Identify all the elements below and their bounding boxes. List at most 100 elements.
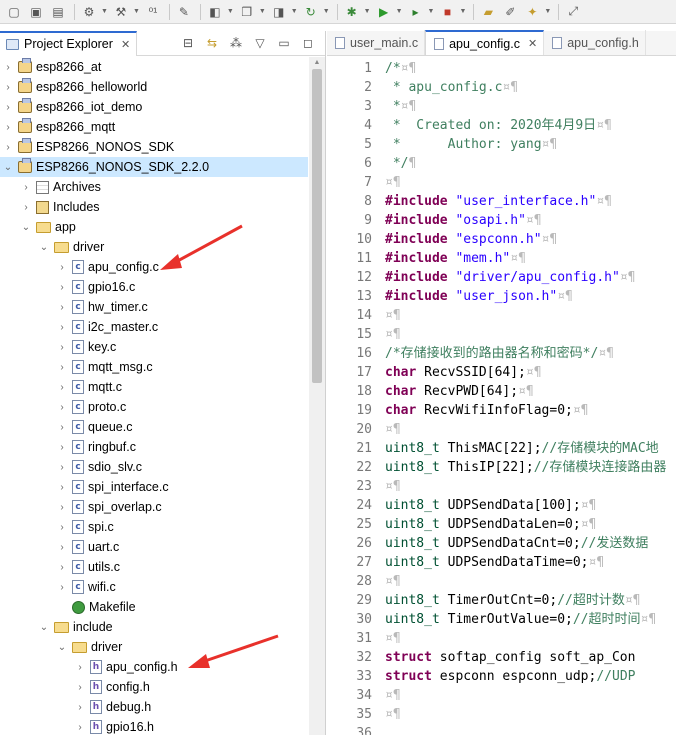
chevron-right-icon[interactable]: › (2, 62, 14, 73)
chevron-down-icon[interactable]: ▼ (133, 8, 140, 15)
edit-icon[interactable]: ✐ (500, 3, 520, 21)
tree-item[interactable]: › c gpio16.c (0, 277, 308, 297)
tree-item[interactable]: › c wifi.c (0, 577, 308, 597)
chevron-down-icon[interactable]: ⌄ (56, 642, 68, 653)
chevron-right-icon[interactable]: › (56, 402, 68, 413)
chevron-right-icon[interactable]: › (56, 282, 68, 293)
tree-item[interactable]: › c mqtt_msg.c (0, 357, 308, 377)
minimize-icon[interactable]: ▭ (275, 35, 293, 51)
chevron-right-icon[interactable]: › (2, 82, 14, 93)
refresh-icon[interactable]: ↻ (301, 3, 321, 21)
chevron-right-icon[interactable]: › (56, 582, 68, 593)
chevron-down-icon[interactable]: ▼ (428, 8, 435, 15)
chevron-down-icon[interactable]: ▼ (227, 8, 234, 15)
link-with-editor-icon[interactable]: ⇆ (203, 35, 221, 51)
tree-item[interactable]: › h apu_config.h (0, 657, 308, 677)
tree-item[interactable]: › Includes (0, 197, 308, 217)
chevron-right-icon[interactable]: › (74, 682, 86, 693)
tree-item[interactable]: › h config.h (0, 677, 308, 697)
tree-item[interactable]: › ESP8266_NONOS_SDK (0, 137, 308, 157)
chevron-right-icon[interactable]: › (56, 262, 68, 273)
tree-item[interactable]: › c utils.c (0, 557, 308, 577)
chevron-right-icon[interactable]: › (56, 482, 68, 493)
tree-item[interactable]: › c spi_interface.c (0, 477, 308, 497)
chevron-down-icon[interactable]: ⌄ (38, 242, 50, 253)
chevron-right-icon[interactable]: › (56, 542, 68, 553)
tree-item[interactable]: ⌄ include (0, 617, 308, 637)
chevron-right-icon[interactable]: › (56, 462, 68, 473)
tree-item[interactable]: › c proto.c (0, 397, 308, 417)
tree-item[interactable]: › c uart.c (0, 537, 308, 557)
tree-item[interactable]: › c queue.c (0, 417, 308, 437)
chevron-right-icon[interactable]: › (74, 702, 86, 713)
tree-item[interactable]: › c spi.c (0, 517, 308, 537)
tab-project-explorer[interactable]: Project Explorer ✕ (0, 30, 138, 56)
tree-item[interactable]: › c mqtt.c (0, 377, 308, 397)
chevron-down-icon[interactable]: ▼ (259, 8, 266, 15)
tree-item[interactable]: ⌄ ESP8266_NONOS_SDK_2.2.0 (0, 157, 308, 177)
collapse-all-icon[interactable]: ⊟ (179, 35, 197, 51)
editor-tab[interactable]: apu_config.c ✕ (425, 30, 545, 55)
stop-icon[interactable]: ■ (437, 3, 457, 21)
tree-item[interactable]: › c apu_config.c (0, 257, 308, 277)
code-area[interactable]: 1/*¤¶ 2 * apu_config.c¤¶ 3 *¤¶ 4 * Created … (327, 57, 676, 735)
chevron-right-icon[interactable]: › (56, 302, 68, 313)
tree-item[interactable]: › esp8266_mqtt (0, 117, 308, 137)
scroll-up-icon[interactable]: ▲ (309, 57, 325, 69)
chevron-right-icon[interactable]: › (56, 362, 68, 373)
build-settings-icon[interactable]: ⚙ (79, 3, 99, 21)
binary-icon[interactable]: ⁰¹ (143, 3, 163, 21)
chevron-down-icon[interactable]: ▼ (101, 8, 108, 15)
chevron-right-icon[interactable]: › (56, 502, 68, 513)
save-icon[interactable]: ▣ (26, 3, 46, 21)
tree-scrollbar[interactable]: ▲ (309, 57, 325, 735)
chevron-down-icon[interactable]: ⌄ (20, 222, 32, 233)
pin-icon[interactable]: ✦ (522, 3, 542, 21)
chevron-right-icon[interactable]: › (2, 142, 14, 153)
tree-item[interactable]: › c i2c_master.c (0, 317, 308, 337)
editor-tab[interactable]: user_main.c (327, 30, 426, 55)
hammer-icon[interactable]: ⚒ (111, 3, 131, 21)
chevron-right-icon[interactable]: › (74, 662, 86, 673)
external-tools-icon[interactable]: ▸ (406, 3, 426, 21)
tree-item[interactable]: › esp8266_at (0, 57, 308, 77)
link-icon[interactable]: ⤢ (563, 3, 583, 21)
filter-icon[interactable]: ⁂ (227, 35, 245, 51)
chevron-down-icon[interactable]: ▼ (364, 8, 371, 15)
chevron-down-icon[interactable]: ▼ (396, 8, 403, 15)
bug-icon[interactable]: ✱ (342, 3, 362, 21)
tree-item[interactable]: › esp8266_helloworld (0, 77, 308, 97)
chevron-right-icon[interactable]: › (20, 182, 32, 193)
view-menu-icon[interactable]: ▽ (251, 35, 269, 51)
chevron-down-icon[interactable]: ▼ (544, 8, 551, 15)
new-file-icon[interactable]: ▢ (4, 3, 24, 21)
debug-config-icon[interactable]: ✎ (174, 3, 194, 21)
chevron-down-icon[interactable]: ▼ (459, 8, 466, 15)
chevron-right-icon[interactable]: › (56, 522, 68, 533)
chevron-right-icon[interactable]: › (56, 562, 68, 573)
tree-item[interactable]: › c key.c (0, 337, 308, 357)
chevron-right-icon[interactable]: › (74, 722, 86, 733)
tree-item[interactable]: ⌄ driver (0, 237, 308, 257)
new-class-icon[interactable]: ◧ (205, 3, 225, 21)
new-header-icon[interactable]: ◨ (269, 3, 289, 21)
tree-item[interactable]: ⌄ driver (0, 637, 308, 657)
chevron-down-icon[interactable]: ⌄ (38, 622, 50, 633)
run-icon[interactable]: ▶ (374, 3, 394, 21)
tree-item[interactable]: ⌄ app (0, 217, 308, 237)
chevron-right-icon[interactable]: › (20, 202, 32, 213)
chevron-down-icon[interactable]: ▼ (291, 8, 298, 15)
chevron-right-icon[interactable]: › (56, 342, 68, 353)
open-folder-icon[interactable]: ▰ (478, 3, 498, 21)
chevron-right-icon[interactable]: › (56, 442, 68, 453)
chevron-down-icon[interactable]: ⌄ (2, 162, 14, 173)
open-type-icon[interactable]: ❐ (237, 3, 257, 21)
chevron-right-icon[interactable]: › (2, 122, 14, 133)
chevron-right-icon[interactable]: › (56, 382, 68, 393)
tree-item[interactable]: › c spi_overlap.c (0, 497, 308, 517)
scrollbar-thumb[interactable] (312, 69, 322, 383)
chevron-down-icon[interactable]: ▼ (323, 8, 330, 15)
tree-item[interactable]: › Archives (0, 177, 308, 197)
close-icon[interactable]: ✕ (528, 37, 537, 50)
tree-item[interactable]: › esp8266_iot_demo (0, 97, 308, 117)
